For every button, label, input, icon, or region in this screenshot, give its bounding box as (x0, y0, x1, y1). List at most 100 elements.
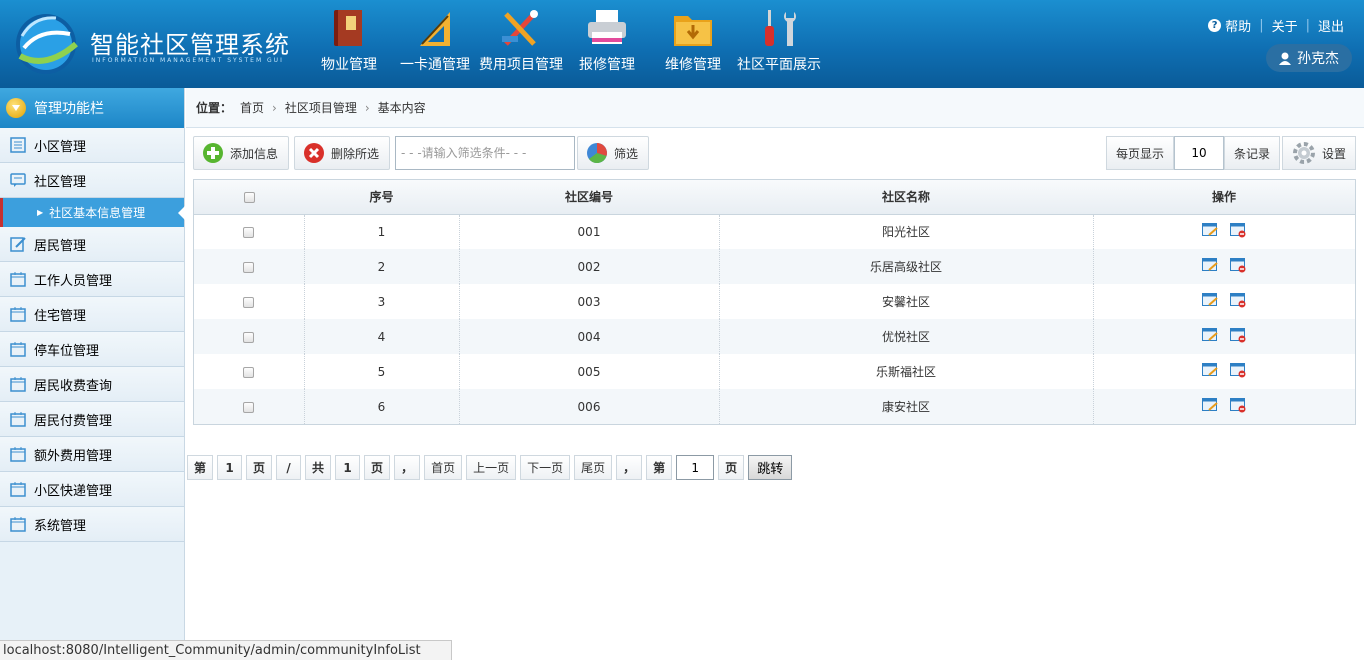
edit-icon[interactable] (1202, 222, 1218, 238)
delete-circle-icon (304, 143, 325, 163)
cell-code: 004 (459, 319, 720, 354)
cell-code: 005 (459, 354, 720, 389)
filter-input[interactable] (395, 136, 576, 170)
edit-icon[interactable] (1202, 292, 1218, 308)
nav-community-map[interactable]: 社区平面展示 (736, 6, 822, 78)
cell-seq: 5 (304, 354, 460, 389)
sidebar-subitem-community-info[interactable]: ▶ 社区基本信息管理 (0, 198, 185, 227)
cell-actions (1093, 249, 1355, 284)
pagination: 第 1 页 / 共 1 页 ， 首页 上一页 下一页 尾页 ， 第 页 跳转 (187, 455, 793, 480)
chevron-right-icon: › (272, 100, 277, 115)
delete-icon[interactable] (1230, 222, 1246, 238)
first-page-button[interactable]: 首页 (424, 455, 463, 480)
edit-icon[interactable] (1202, 362, 1218, 378)
sidebar-item-label: 小区快递管理 (34, 483, 113, 499)
row-select-cell (194, 354, 305, 389)
pager-current-page: 1 (217, 455, 243, 480)
app-title: 智能社区管理系统 (90, 31, 290, 59)
cell-name: 安馨社区 (719, 284, 1094, 319)
delete-icon[interactable] (1230, 362, 1246, 378)
breadcrumb-section[interactable]: 社区项目管理 (285, 99, 357, 116)
settings-label: 设置 (1321, 146, 1346, 161)
nav-repair-report[interactable]: 报修管理 (564, 6, 650, 78)
main-content: 位置： 首页 › 社区项目管理 › 基本内容 添加信息 删除所选 筛选 每页显示… (186, 88, 1364, 640)
logo-globe-icon (16, 14, 78, 74)
pager-text: 第 (646, 455, 673, 480)
edit-icon[interactable] (1202, 257, 1218, 273)
row-select-cell (194, 249, 305, 284)
delete-selected-button[interactable]: 删除所选 (294, 136, 391, 170)
sidebar-subitem-label: 社区基本信息管理 (49, 206, 146, 220)
table-row: 1 001 阳光社区 (194, 214, 1355, 249)
pager-total-pages: 1 (335, 455, 361, 480)
jump-button[interactable]: 跳转 (748, 455, 793, 480)
edit-icon[interactable] (1202, 397, 1218, 413)
pager-text: 页 (246, 455, 273, 480)
jump-page-input[interactable] (676, 455, 715, 480)
edit-icon[interactable] (1202, 327, 1218, 343)
calendar-icon (10, 272, 26, 287)
user-name: 孙克杰 (1297, 51, 1339, 67)
row-checkbox[interactable] (243, 226, 255, 238)
sidebar-item-label: 停车位管理 (34, 343, 100, 359)
page-size-input[interactable] (1173, 136, 1224, 170)
sidebar-item-fee-query[interactable]: 居民收费查询 (0, 367, 184, 402)
help-link[interactable]: 帮助 (1225, 16, 1251, 35)
sidebar-item-parking[interactable]: 停车位管理 (0, 332, 184, 367)
cell-actions (1093, 284, 1355, 319)
sidebar-item-community[interactable]: 社区管理 (0, 163, 184, 198)
nav-label: 维修管理 (665, 57, 721, 73)
top-navigation: 物业管理 一卡通管理 费用项目管理 报修管理 维修管理 社区平面展示 (306, 6, 822, 78)
cell-seq: 3 (304, 284, 460, 319)
breadcrumb-home[interactable]: 首页 (240, 99, 264, 116)
column-header: 操作 (1093, 180, 1355, 215)
add-info-button[interactable]: 添加信息 (193, 136, 290, 170)
nav-fee-items[interactable]: 费用项目管理 (478, 6, 564, 78)
collapse-toggle-icon[interactable] (6, 98, 26, 118)
sidebar-item-housing[interactable]: 住宅管理 (0, 297, 184, 332)
row-checkbox[interactable] (243, 366, 255, 378)
sidebar-item-label: 住宅管理 (34, 308, 87, 324)
row-checkbox[interactable] (243, 331, 255, 343)
last-page-button[interactable]: 尾页 (574, 455, 613, 480)
about-link[interactable]: 关于 (1272, 16, 1298, 35)
user-badge[interactable]: 孙克杰 (1266, 44, 1352, 72)
sidebar-item-staff[interactable]: 工作人员管理 (0, 262, 184, 297)
cell-name: 乐斯福社区 (719, 354, 1094, 389)
cell-name: 康安社区 (719, 389, 1094, 424)
sidebar-item-extra-fees[interactable]: 额外费用管理 (0, 437, 184, 472)
row-checkbox[interactable] (243, 401, 255, 413)
sidebar-item-label: 居民收费查询 (34, 378, 113, 394)
next-page-button[interactable]: 下一页 (520, 455, 571, 480)
nav-card[interactable]: 一卡通管理 (392, 6, 478, 78)
sidebar-item-payment[interactable]: 居民付费管理 (0, 402, 184, 437)
sidebar-item-estate[interactable]: 小区管理 (0, 128, 184, 163)
row-checkbox[interactable] (243, 261, 255, 273)
pager-text: 第 (187, 455, 214, 480)
sidebar-header[interactable]: 管理功能栏 (0, 88, 184, 128)
filter-button[interactable]: 筛选 (577, 136, 650, 170)
delete-icon[interactable] (1230, 292, 1246, 308)
select-all-checkbox[interactable] (243, 191, 255, 203)
cell-code: 001 (459, 214, 720, 249)
delete-icon[interactable] (1230, 327, 1246, 343)
cell-code: 002 (459, 249, 720, 284)
cell-name: 乐居高级社区 (719, 249, 1094, 284)
sidebar-item-system[interactable]: 系统管理 (0, 507, 184, 542)
prev-page-button[interactable]: 上一页 (466, 455, 517, 480)
delete-icon[interactable] (1230, 257, 1246, 273)
add-info-label: 添加信息 (230, 146, 279, 161)
user-icon (1279, 52, 1291, 65)
logout-link[interactable]: 退出 (1318, 16, 1344, 35)
nav-maintenance[interactable]: 维修管理 (650, 6, 736, 78)
nav-property[interactable]: 物业管理 (306, 6, 392, 78)
toolbar: 添加信息 删除所选 筛选 (193, 136, 654, 170)
sidebar-item-express[interactable]: 小区快递管理 (0, 472, 184, 507)
sidebar-item-residents[interactable]: 居民管理 (0, 227, 184, 262)
column-header: 社区编号 (459, 180, 719, 215)
delete-icon[interactable] (1230, 397, 1246, 413)
pager-text: ， (616, 455, 643, 480)
row-checkbox[interactable] (243, 296, 255, 308)
settings-button[interactable]: 设置 (1281, 136, 1356, 170)
cell-actions (1093, 389, 1355, 424)
